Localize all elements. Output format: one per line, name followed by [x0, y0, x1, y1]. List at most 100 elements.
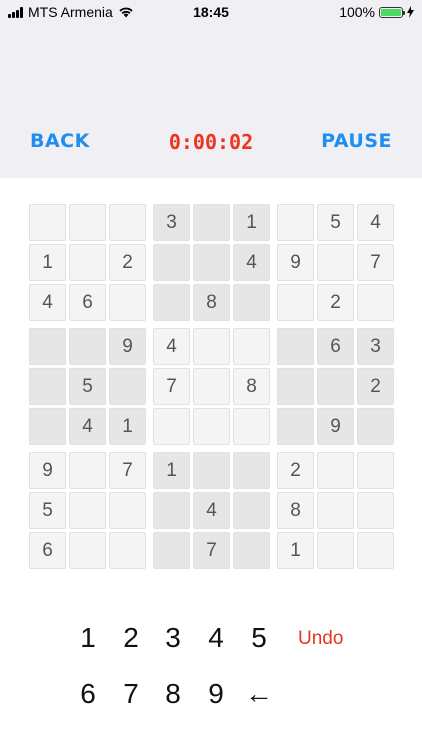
keypad-number-key[interactable]: 7 [113, 678, 149, 710]
sudoku-cell[interactable]: 7 [193, 532, 230, 569]
sudoku-cell[interactable] [69, 204, 106, 241]
sudoku-cell[interactable] [317, 492, 354, 529]
sudoku-cell[interactable]: 1 [277, 532, 314, 569]
erase-arrow-icon[interactable]: ← [241, 678, 277, 710]
sudoku-cell[interactable]: 7 [109, 452, 146, 489]
sudoku-cell[interactable] [69, 244, 106, 281]
sudoku-cell[interactable]: 2 [109, 244, 146, 281]
sudoku-cell[interactable] [233, 492, 270, 529]
sudoku-cell[interactable] [193, 328, 230, 365]
sudoku-cell[interactable] [109, 284, 146, 321]
sudoku-cell[interactable] [357, 284, 394, 321]
keypad-number-key[interactable]: 8 [155, 678, 191, 710]
sudoku-cell[interactable]: 4 [233, 244, 270, 281]
keypad-number-key[interactable]: 2 [113, 622, 149, 654]
sudoku-cell[interactable] [317, 532, 354, 569]
sudoku-cell[interactable]: 3 [357, 328, 394, 365]
sudoku-cell[interactable] [153, 284, 190, 321]
sudoku-cell[interactable]: 6 [29, 532, 66, 569]
sudoku-cell[interactable]: 7 [357, 244, 394, 281]
sudoku-cell[interactable]: 7 [153, 368, 190, 405]
sudoku-cell[interactable] [193, 204, 230, 241]
sudoku-cell[interactable] [277, 284, 314, 321]
sudoku-cell[interactable] [153, 408, 190, 445]
sudoku-cell[interactable] [29, 204, 66, 241]
sudoku-cell[interactable]: 8 [193, 284, 230, 321]
battery-icon [379, 6, 405, 18]
sudoku-cell[interactable] [233, 284, 270, 321]
sudoku-cell[interactable] [357, 452, 394, 489]
sudoku-cell[interactable] [109, 204, 146, 241]
sudoku-cell[interactable]: 4 [29, 284, 66, 321]
sudoku-cell[interactable]: 2 [357, 368, 394, 405]
sudoku-cell[interactable]: 9 [277, 244, 314, 281]
sudoku-cell[interactable] [317, 368, 354, 405]
keypad-number-key[interactable]: 9 [198, 678, 234, 710]
sudoku-cell[interactable]: 2 [317, 284, 354, 321]
sudoku-cell[interactable]: 1 [153, 452, 190, 489]
sudoku-cell[interactable]: 4 [193, 492, 230, 529]
status-right: 100% [339, 4, 414, 20]
keypad-number-key[interactable]: 3 [155, 622, 191, 654]
game-header: BACK 0:00:02 PAUSE [0, 24, 422, 178]
sudoku-cell[interactable]: 1 [109, 408, 146, 445]
sudoku-cell[interactable] [233, 408, 270, 445]
sudoku-cell[interactable]: 3 [153, 204, 190, 241]
sudoku-cell[interactable] [193, 452, 230, 489]
sudoku-cell[interactable] [277, 408, 314, 445]
status-bar: MTS Armenia 18:45 100% [0, 0, 422, 24]
sudoku-cell[interactable] [277, 368, 314, 405]
sudoku-cell[interactable]: 8 [277, 492, 314, 529]
sudoku-cell[interactable]: 4 [153, 328, 190, 365]
sudoku-cell[interactable]: 8 [233, 368, 270, 405]
keypad-number-key[interactable]: 4 [198, 622, 234, 654]
sudoku-cell[interactable] [357, 532, 394, 569]
sudoku-cell[interactable] [109, 368, 146, 405]
sudoku-cell[interactable] [29, 328, 66, 365]
sudoku-cell[interactable]: 9 [317, 408, 354, 445]
sudoku-cell[interactable]: 1 [233, 204, 270, 241]
sudoku-cell[interactable] [193, 368, 230, 405]
sudoku-cell[interactable] [153, 492, 190, 529]
pause-button[interactable]: PAUSE [321, 130, 392, 152]
sudoku-cell[interactable] [153, 244, 190, 281]
sudoku-cell[interactable] [193, 244, 230, 281]
undo-button[interactable]: Undo [298, 628, 343, 650]
sudoku-cell[interactable] [357, 408, 394, 445]
battery-percent: 100% [339, 4, 375, 20]
sudoku-cell[interactable]: 4 [69, 408, 106, 445]
keypad-number-key[interactable]: 1 [70, 622, 106, 654]
sudoku-cell[interactable] [233, 328, 270, 365]
sudoku-cell[interactable]: 5 [317, 204, 354, 241]
charging-bolt-icon [407, 6, 414, 18]
sudoku-cell[interactable] [29, 368, 66, 405]
sudoku-cell[interactable] [153, 532, 190, 569]
sudoku-cell[interactable]: 4 [357, 204, 394, 241]
sudoku-cell[interactable]: 1 [29, 244, 66, 281]
sudoku-cell[interactable]: 5 [69, 368, 106, 405]
sudoku-cell[interactable] [109, 492, 146, 529]
sudoku-cell[interactable] [69, 532, 106, 569]
sudoku-cell[interactable] [277, 328, 314, 365]
sudoku-cell[interactable] [69, 492, 106, 529]
sudoku-cell[interactable]: 9 [109, 328, 146, 365]
sudoku-board: 3154124974682946357824199712548671 [29, 204, 394, 569]
keypad-number-key[interactable]: 5 [241, 622, 277, 654]
sudoku-cell[interactable] [69, 328, 106, 365]
sudoku-cell[interactable] [317, 244, 354, 281]
sudoku-cell[interactable] [233, 532, 270, 569]
sudoku-cell[interactable] [233, 452, 270, 489]
sudoku-cell[interactable] [357, 492, 394, 529]
sudoku-cell[interactable] [317, 452, 354, 489]
sudoku-cell[interactable]: 2 [277, 452, 314, 489]
sudoku-cell[interactable] [193, 408, 230, 445]
sudoku-cell[interactable]: 6 [69, 284, 106, 321]
sudoku-cell[interactable] [277, 204, 314, 241]
sudoku-cell[interactable] [29, 408, 66, 445]
sudoku-cell[interactable] [69, 452, 106, 489]
keypad-number-key[interactable]: 6 [70, 678, 106, 710]
sudoku-cell[interactable] [109, 532, 146, 569]
sudoku-cell[interactable]: 5 [29, 492, 66, 529]
sudoku-cell[interactable]: 9 [29, 452, 66, 489]
sudoku-cell[interactable]: 6 [317, 328, 354, 365]
